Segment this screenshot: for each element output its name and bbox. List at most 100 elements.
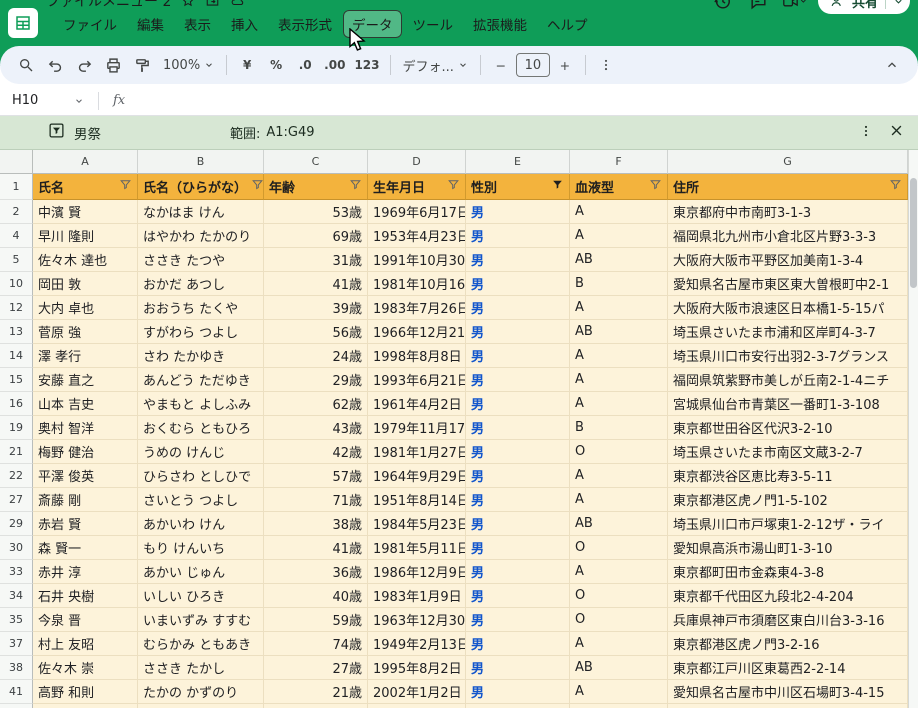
menu-item-0[interactable]: ファイル <box>54 10 126 38</box>
menu-item-8[interactable]: ヘルプ <box>538 10 597 38</box>
cell-age[interactable]: 78歳 <box>264 704 368 708</box>
cloud-status-icon[interactable] <box>230 0 246 8</box>
cell-address[interactable]: 愛知県名古屋市東区東大曽根町中2-1 <box>668 272 908 296</box>
filter-icon[interactable] <box>115 178 132 195</box>
format-currency-button[interactable]: ¥ <box>233 51 261 79</box>
fx-icon[interactable]: fx <box>113 93 125 108</box>
cell-kana[interactable]: もり けんいち <box>138 536 264 560</box>
column-letter-G[interactable]: G <box>668 150 908 174</box>
cell-blood_type[interactable]: A <box>570 368 668 392</box>
cell-name[interactable]: 石井 央樹 <box>33 584 138 608</box>
cell-birthday[interactable]: 1961年4月2日 <box>368 392 466 416</box>
cell-address[interactable]: 東京都港区虎ノ門3-2-16 <box>668 632 908 656</box>
row-number[interactable]: 13 <box>0 320 33 344</box>
cell-birthday[interactable]: 1993年6月21日 <box>368 368 466 392</box>
cell-address[interactable]: 福岡県北九州市小倉北区片野3-3-3 <box>668 224 908 248</box>
filter-icon[interactable] <box>645 178 662 195</box>
column-letter-C[interactable]: C <box>264 150 368 174</box>
cell-blood_type[interactable]: A <box>570 296 668 320</box>
cell-birthday[interactable]: 1964年9月29日 <box>368 464 466 488</box>
cell-name[interactable]: 早川 隆則 <box>33 224 138 248</box>
cell-kana[interactable]: あんどう ただゆき <box>138 368 264 392</box>
cell-kana[interactable]: さいとう つよし <box>138 488 264 512</box>
menu-item-2[interactable]: 表示 <box>175 10 220 38</box>
cell-blood_type[interactable]: A <box>570 560 668 584</box>
cell-address[interactable]: 宮城県仙台市青葉区一番町1-3-108 <box>668 392 908 416</box>
cell-name[interactable]: 山本 吉史 <box>33 392 138 416</box>
cell-birthday[interactable]: 2002年1月2日 <box>368 680 466 704</box>
cell-birthday[interactable]: 1981年5月11日 <box>368 536 466 560</box>
cell-blood_type[interactable]: O <box>570 584 668 608</box>
cell-gender[interactable]: 男 <box>466 512 570 536</box>
cell-address[interactable]: 東京都世田谷区代沢3-2-10 <box>668 416 908 440</box>
cell-blood_type[interactable]: A <box>570 224 668 248</box>
cell-birthday[interactable]: 1995年8月2日 <box>368 656 466 680</box>
cell-address[interactable]: 埼玉県川口市戸塚東1-2-12ザ・ライ <box>668 512 908 536</box>
cell-name[interactable]: 大内 卓也 <box>33 296 138 320</box>
cell-birthday[interactable]: 1949年2月13日 <box>368 632 466 656</box>
name-box[interactable]: H10 <box>12 93 74 108</box>
cell-address[interactable]: 東京都渋谷区恵比寿3-5-11 <box>668 464 908 488</box>
cell-blood_type[interactable]: AB <box>570 656 668 680</box>
cell-birthday[interactable]: 1951年8月14日 <box>368 488 466 512</box>
cell-blood_type[interactable]: A <box>570 464 668 488</box>
cell-age[interactable]: 41歳 <box>264 536 368 560</box>
cell-blood_type[interactable]: AB <box>570 320 668 344</box>
close-filter-view-icon[interactable] <box>889 123 904 142</box>
row-number[interactable]: 5 <box>0 248 33 272</box>
header-cell-6[interactable]: 住所 <box>668 174 908 200</box>
cell-address[interactable]: 埼玉県さいたま市浦和区岸町4-3-7 <box>668 320 908 344</box>
cell-blood_type[interactable]: B <box>570 704 668 708</box>
format-percent-button[interactable]: % <box>262 51 290 79</box>
cell-birthday[interactable]: 1981年1月27日 <box>368 440 466 464</box>
cell-address[interactable]: 愛知県高浜市湯山町1-3-10 <box>668 536 908 560</box>
cell-birthday[interactable]: 1969年6月17日 <box>368 200 466 224</box>
cell-name[interactable]: 岡田 敦 <box>33 272 138 296</box>
cell-gender[interactable]: 男 <box>466 392 570 416</box>
cell-address[interactable]: 埼玉県さいたま市南区文蔵3-2-7 <box>668 440 908 464</box>
cell-birthday[interactable]: 1983年1月9日 <box>368 584 466 608</box>
row-number[interactable]: 19 <box>0 416 33 440</box>
row-number[interactable]: 2 <box>0 200 33 224</box>
cell-kana[interactable]: ささき たつや <box>138 248 264 272</box>
cell-gender[interactable]: 男 <box>466 368 570 392</box>
cell-address[interactable]: 東京都港区虎ノ門1-5-102 <box>668 488 908 512</box>
cell-name[interactable]: 高野 和則 <box>33 680 138 704</box>
cell-address[interactable]: 東京都町田市金森東4-3-8 <box>668 560 908 584</box>
cell-birthday[interactable]: 1953年4月23日 <box>368 224 466 248</box>
cell-name[interactable]: 斎藤 剛 <box>33 488 138 512</box>
cell-gender[interactable]: 男 <box>466 464 570 488</box>
cell-age[interactable]: 41歳 <box>264 272 368 296</box>
filter-icon[interactable] <box>443 178 460 195</box>
row-number[interactable]: 10 <box>0 272 33 296</box>
cell-age[interactable]: 71歳 <box>264 488 368 512</box>
row-number[interactable]: 37 <box>0 632 33 656</box>
cell-gender[interactable]: 男 <box>466 680 570 704</box>
paint-format-button[interactable] <box>128 51 156 79</box>
cell-kana[interactable]: もりかわ じゅん <box>138 704 264 708</box>
header-cell-5[interactable]: 血液型 <box>570 174 668 200</box>
cell-age[interactable]: 69歳 <box>264 224 368 248</box>
cell-address[interactable]: 大阪府大阪市浪速区日本橋1-5-15パ <box>668 296 908 320</box>
redo-button[interactable] <box>70 51 98 79</box>
star-icon[interactable] <box>181 0 195 8</box>
menu-item-3[interactable]: 挿入 <box>222 10 267 38</box>
menu-item-7[interactable]: 拡張機能 <box>464 10 536 38</box>
cell-age[interactable]: 56歳 <box>264 320 368 344</box>
row-number[interactable]: 22 <box>0 464 33 488</box>
cell-name[interactable]: 赤岩 賢 <box>33 512 138 536</box>
cell-blood_type[interactable]: A <box>570 392 668 416</box>
cell-blood_type[interactable]: A <box>570 488 668 512</box>
cell-blood_type[interactable]: A <box>570 200 668 224</box>
font-select[interactable]: デフォ... <box>397 51 474 79</box>
cell-kana[interactable]: むらかみ ともあき <box>138 632 264 656</box>
cell-blood_type[interactable]: AB <box>570 248 668 272</box>
cell-age[interactable]: 38歳 <box>264 512 368 536</box>
cell-birthday[interactable]: 1963年12月30日 <box>368 608 466 632</box>
header-cell-2[interactable]: 年齢 <box>264 174 368 200</box>
filter-icon[interactable] <box>345 178 362 195</box>
cell-birthday[interactable]: 1979年11月17日 <box>368 416 466 440</box>
cell-blood_type[interactable]: A <box>570 344 668 368</box>
column-letter-F[interactable]: F <box>570 150 668 174</box>
select-all-corner[interactable] <box>0 150 33 174</box>
